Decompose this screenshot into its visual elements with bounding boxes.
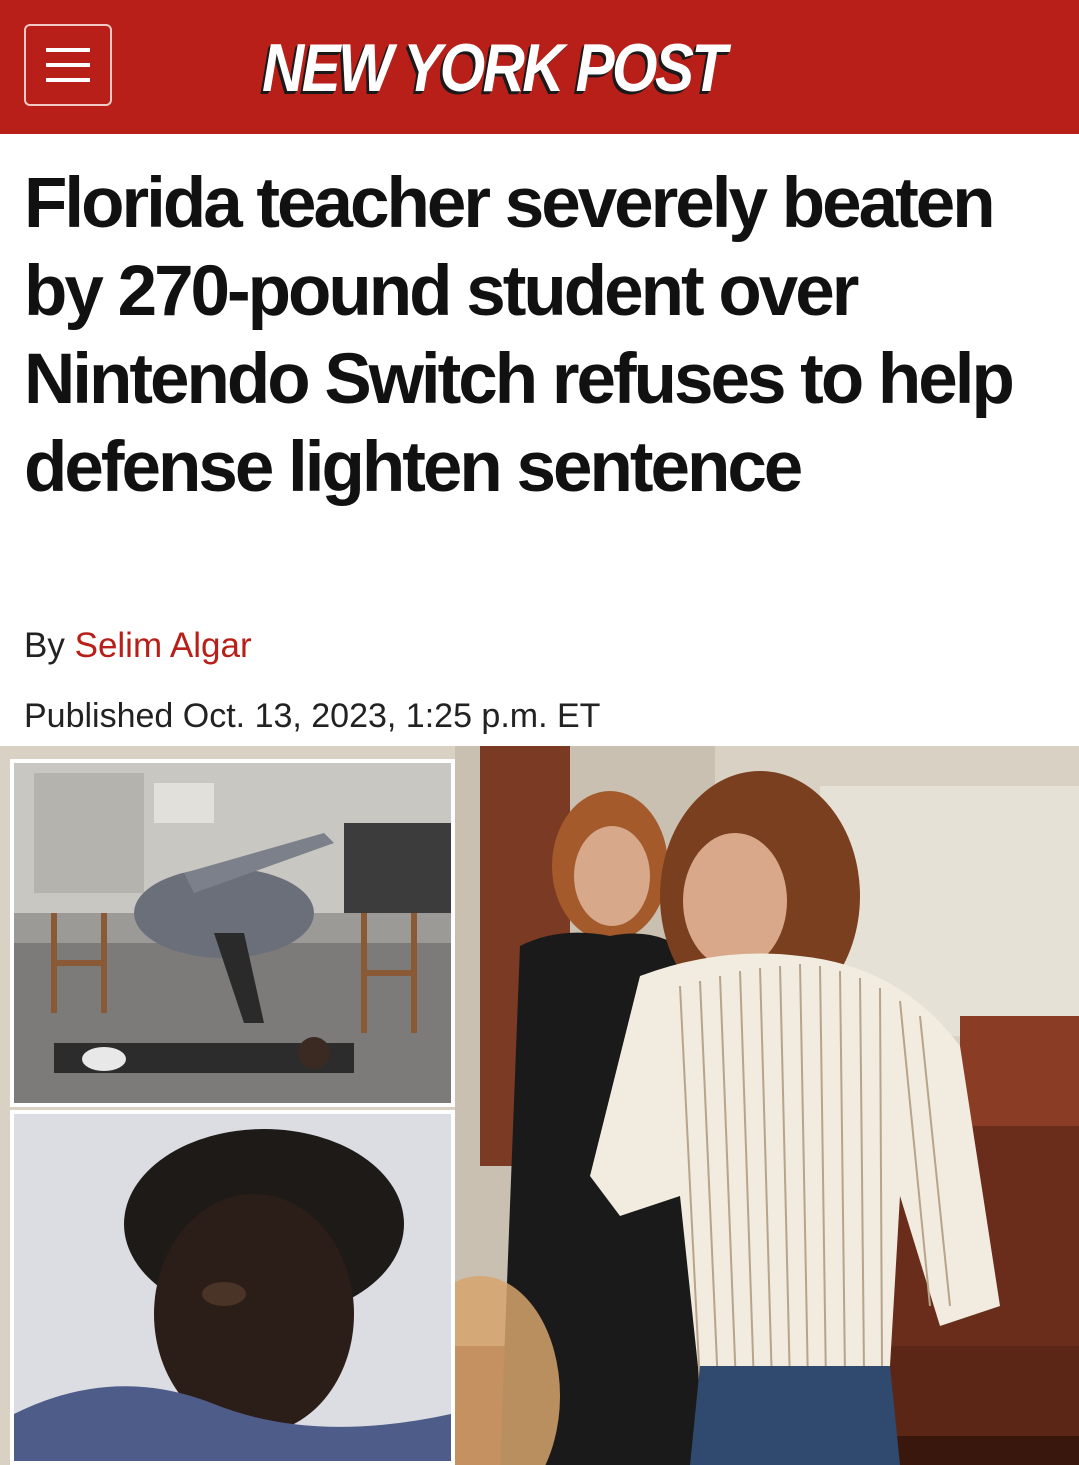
byline-prefix: By [24, 626, 65, 665]
byline: By Selim Algar [24, 624, 252, 668]
site-header: NEW YORK POST [0, 0, 1079, 134]
surveillance-still[interactable] [10, 759, 455, 1107]
published-date: Published Oct. 13, 2023, 1:25 p.m. ET [24, 697, 601, 735]
author-link[interactable]: Selim Algar [75, 626, 252, 665]
article-headline: Florida teacher severely beaten by 270-p… [24, 164, 1015, 507]
student-photo[interactable] [10, 1110, 455, 1465]
surveillance-scene [14, 763, 451, 1103]
hamburger-menu-icon[interactable] [24, 24, 112, 106]
site-logo[interactable]: NEW YORK POST [262, 28, 727, 108]
courtroom-photo[interactable] [0, 746, 1079, 1465]
student-portrait [14, 1114, 451, 1461]
